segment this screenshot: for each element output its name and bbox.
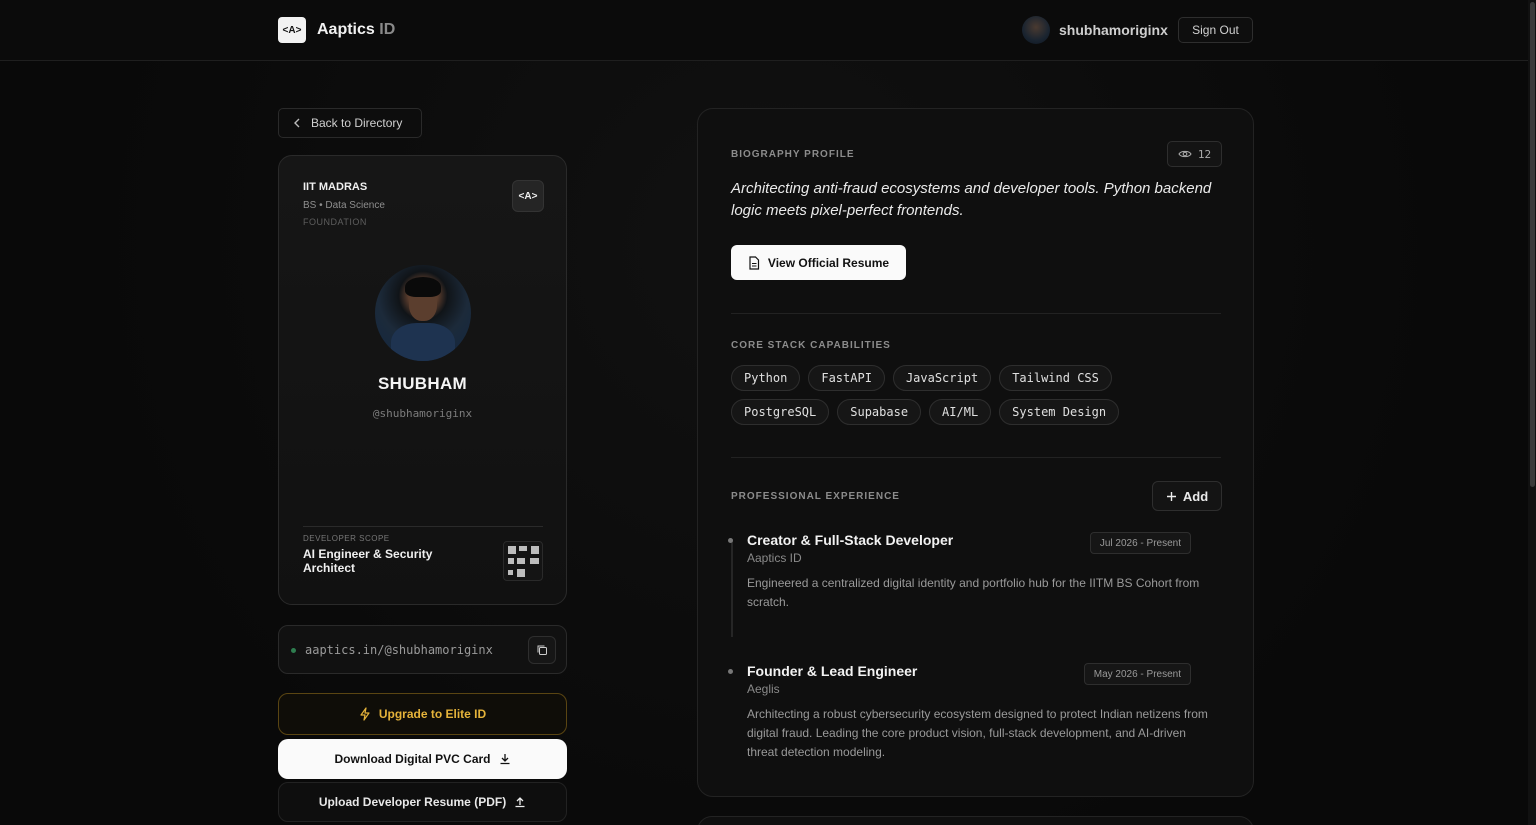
back-to-directory-button[interactable]: Back to Directory xyxy=(278,108,422,138)
profile-url[interactable]: aaptics.in/@shubhamoriginx xyxy=(305,643,493,657)
stack-chip[interactable]: System Design xyxy=(999,399,1120,425)
program-name: BS • Data Science xyxy=(303,200,385,211)
app-logo[interactable]: <A> xyxy=(278,17,306,43)
scrollbar-thumb[interactable] xyxy=(1530,2,1535,487)
stack-chip[interactable]: AI/ML xyxy=(929,399,992,425)
stack-chip[interactable]: JavaScript xyxy=(892,365,992,391)
experience-date: May 2026 - Present xyxy=(1083,663,1191,685)
section-divider xyxy=(731,457,1221,458)
scope-label: DEVELOPER SCOPE xyxy=(303,534,390,543)
plus-icon xyxy=(1166,491,1176,501)
copy-url-button[interactable] xyxy=(528,636,556,664)
eye-icon xyxy=(1178,150,1192,158)
header-username[interactable]: shubhamoriginx xyxy=(1059,22,1168,38)
upgrade-elite-button[interactable]: Upgrade to Elite ID xyxy=(278,693,567,735)
add-experience-button[interactable]: Add xyxy=(1152,481,1222,511)
stack-chips: Python FastAPI JavaScript Tailwind CSS P… xyxy=(731,365,1191,425)
experience-description: Architecting a robust cybersecurity ecos… xyxy=(747,707,1208,759)
view-resume-button[interactable]: View Official Resume xyxy=(731,245,906,280)
experience-item: Creator & Full-Stack Developer Aaptics I… xyxy=(728,532,1217,612)
stack-chip[interactable]: Supabase xyxy=(837,399,922,425)
stack-chip[interactable]: PostgreSQL xyxy=(731,399,830,425)
next-panel xyxy=(697,816,1254,825)
stack-chip[interactable]: FastAPI xyxy=(808,365,885,391)
scope-value: AI Engineer & Security Architect xyxy=(303,547,433,575)
experience-item: Founder & Lead Engineer Aeglis Architect… xyxy=(728,663,1217,762)
download-icon xyxy=(500,754,509,765)
digital-id-card: IIT MADRAS BS • Data Science FOUNDATION … xyxy=(278,155,567,605)
qr-code-icon xyxy=(503,541,543,581)
upload-icon xyxy=(515,797,525,808)
status-dot xyxy=(291,648,296,653)
card-divider xyxy=(303,526,543,527)
brand-suffix: ID xyxy=(379,21,396,38)
timeline-dot xyxy=(728,669,733,674)
timeline-dot xyxy=(728,538,733,543)
chevron-left-icon xyxy=(294,118,300,128)
profile-url-row: aaptics.in/@shubhamoriginx xyxy=(278,625,567,674)
profile-panel: BIOGRAPHY PROFILE 12 Architecting anti-f… xyxy=(697,108,1254,797)
lightning-icon xyxy=(360,707,370,721)
university-name: IIT MADRAS xyxy=(303,181,368,193)
card-logo: <A> xyxy=(512,180,544,212)
experience-label: PROFESSIONAL EXPERIENCE xyxy=(731,491,900,502)
stack-label: CORE STACK CAPABILITIES xyxy=(731,340,891,351)
views-count: 12 xyxy=(1197,147,1212,161)
biography-text: Architecting anti-fraud ecosystems and d… xyxy=(731,180,1212,219)
profile-photo xyxy=(375,265,471,361)
program-level: FOUNDATION xyxy=(303,217,367,227)
download-label: Download Digital PVC Card xyxy=(334,752,491,766)
upload-resume-button[interactable]: Upload Developer Resume (PDF) xyxy=(278,782,567,822)
view-resume-label: View Official Resume xyxy=(767,255,890,270)
views-badge: 12 xyxy=(1167,141,1222,167)
user-avatar[interactable] xyxy=(1022,16,1050,44)
back-label: Back to Directory xyxy=(311,116,403,130)
upgrade-label: Upgrade to Elite ID xyxy=(378,707,487,721)
top-header: <A> Aaptics ID shubhamoriginx Sign Out xyxy=(0,0,1536,61)
card-holder-name: SHUBHAM xyxy=(378,374,467,393)
sign-out-button[interactable]: Sign Out xyxy=(1178,17,1253,43)
brand-name[interactable]: Aaptics ID xyxy=(317,21,395,39)
brand-main: Aaptics xyxy=(317,21,375,38)
upload-label: Upload Developer Resume (PDF) xyxy=(318,795,507,809)
experience-description: Engineered a centralized digital identit… xyxy=(747,576,1200,609)
experience-date: Jul 2026 - Present xyxy=(1089,532,1191,554)
section-divider xyxy=(731,313,1221,314)
copy-icon xyxy=(537,645,547,655)
download-pvc-card-button[interactable]: Download Digital PVC Card xyxy=(278,739,567,779)
stack-chip[interactable]: Python xyxy=(731,365,801,391)
add-label: Add xyxy=(1182,488,1209,504)
biography-label: BIOGRAPHY PROFILE xyxy=(731,149,855,160)
timeline-line xyxy=(731,539,733,637)
stack-chip[interactable]: Tailwind CSS xyxy=(999,365,1112,391)
card-handle: @shubhamoriginx xyxy=(372,407,473,420)
document-icon xyxy=(749,255,760,270)
